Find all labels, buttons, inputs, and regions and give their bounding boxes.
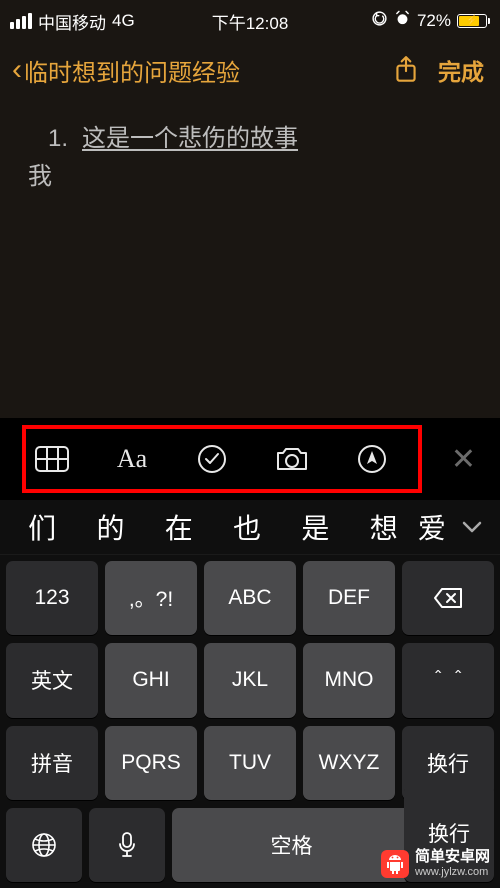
candidate[interactable]: 在: [145, 507, 213, 547]
note-line-1: 这是一个悲伤的故事: [82, 120, 298, 158]
key-wxyz[interactable]: WXYZ: [303, 726, 395, 800]
expand-candidates-button[interactable]: [452, 521, 492, 533]
chevron-left-icon: ‹: [12, 53, 22, 87]
status-left: 中国移动 4G: [10, 9, 135, 34]
key-ghi[interactable]: GHI: [105, 643, 197, 717]
share-button[interactable]: [386, 55, 426, 85]
status-bar: 中国移动 4G 下午12:08 72% ⚡: [0, 0, 500, 42]
candidate[interactable]: 也: [213, 507, 281, 547]
markup-icon[interactable]: [352, 439, 392, 479]
format-toolbar: Aa ✕: [0, 418, 500, 500]
key-mno[interactable]: MNO: [303, 643, 395, 717]
orientation-lock-icon: [371, 10, 388, 32]
key-abc[interactable]: ABC: [204, 561, 296, 635]
key-globe[interactable]: [6, 808, 82, 882]
signal-icon: [10, 13, 32, 29]
key-jkl[interactable]: JKL: [204, 643, 296, 717]
candidate-row: 们 的 在 也 是 想 爱: [0, 500, 500, 555]
key-def[interactable]: DEF: [303, 561, 395, 635]
key-caret[interactable]: ＾＾: [402, 643, 494, 717]
back-button[interactable]: ‹ 临时想到的问题经验: [12, 53, 240, 88]
table-icon[interactable]: [32, 439, 72, 479]
done-button[interactable]: 完成: [434, 53, 488, 87]
watermark-logo-icon: [381, 850, 409, 878]
nav-bar: ‹ 临时想到的问题经验 完成: [0, 42, 500, 98]
note-editor[interactable]: 1. 这是一个悲伤的故事 我: [0, 98, 500, 219]
checklist-icon[interactable]: [192, 439, 232, 479]
battery-percent: 72%: [417, 11, 451, 31]
close-toolbar-button[interactable]: ✕: [441, 442, 486, 477]
candidate[interactable]: 们: [8, 507, 76, 547]
candidate[interactable]: 的: [76, 507, 144, 547]
watermark-url: www.jylzw.com: [415, 866, 490, 878]
carrier-label: 中国移动: [38, 9, 106, 34]
key-tuv[interactable]: TUV: [204, 726, 296, 800]
key-backspace[interactable]: [402, 561, 494, 635]
clock-label: 下午12:08: [212, 9, 289, 34]
key-pqrs[interactable]: PQRS: [105, 726, 197, 800]
network-label: 4G: [112, 11, 135, 31]
key-pinyin[interactable]: 拼音: [6, 726, 98, 800]
watermark: 简单安卓网 www.jylzw.com: [381, 849, 490, 878]
watermark-title: 简单安卓网: [415, 849, 490, 866]
key-mic[interactable]: [89, 808, 165, 882]
status-right: 72% ⚡: [371, 10, 490, 32]
key-punct[interactable]: ,。?!: [105, 561, 197, 635]
back-title: 临时想到的问题经验: [24, 53, 240, 88]
key-space[interactable]: 空格: [172, 808, 411, 882]
key-123[interactable]: 123: [6, 561, 98, 635]
candidate[interactable]: 想: [350, 507, 418, 547]
key-english[interactable]: 英文: [6, 643, 98, 717]
camera-icon[interactable]: [272, 439, 312, 479]
text-format-icon[interactable]: Aa: [112, 439, 152, 479]
candidate[interactable]: 是: [281, 507, 349, 547]
alarm-icon: [394, 10, 411, 32]
candidate[interactable]: 爱: [418, 507, 452, 547]
list-number: 1.: [28, 120, 68, 158]
battery-icon: ⚡: [457, 14, 490, 28]
note-line-2: 我: [28, 158, 472, 196]
